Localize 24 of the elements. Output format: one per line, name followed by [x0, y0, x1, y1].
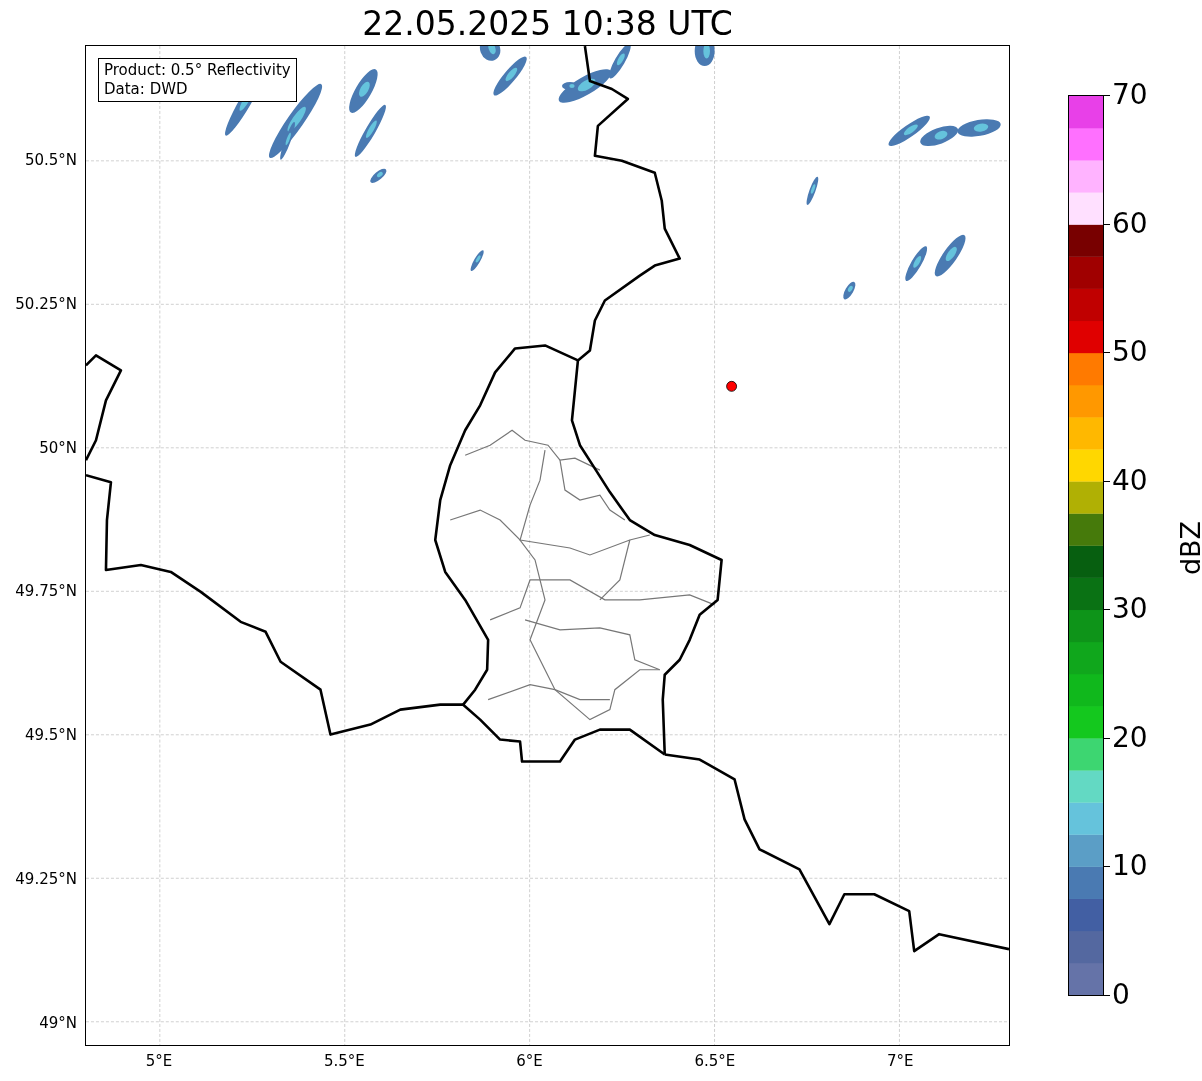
legend-text: Product: 0.5° Reflectivity: [104, 61, 291, 80]
axis-tick-label: 7°E: [886, 1052, 914, 1070]
legend-text: Data: DWD: [104, 80, 189, 99]
axis-tick-label: 6.5°E: [694, 1052, 736, 1070]
axis-tick-label: 49.75°N: [15, 582, 77, 601]
axis-tick-label: 5.5°E: [323, 1052, 365, 1070]
colorbar-tick-label: 60: [1112, 209, 1148, 238]
colorbar-label: dBZ: [1174, 520, 1202, 576]
colorbar-tick-label: 30: [1112, 595, 1148, 624]
axis-tick-label: 49.25°N: [15, 870, 77, 888]
axis-tick-label: 49.5°N: [24, 726, 77, 745]
colorbar-tick-label: 20: [1112, 723, 1148, 752]
axis-tick-label: 50.5°N: [24, 151, 77, 169]
colorbar-tick-label: 40: [1112, 466, 1148, 495]
axis-tick-label: 50.25°N: [15, 294, 77, 313]
colorbar-tick-label: 50: [1112, 338, 1148, 367]
colorbar-tick-label: 70: [1112, 81, 1148, 109]
axis-tick-label: 6°E: [516, 1052, 543, 1070]
colorbar-tick-label: 0: [1112, 981, 1130, 1009]
axis-tick-label: 49°N: [39, 1013, 77, 1032]
axis-tick-label: 5°E: [145, 1052, 173, 1070]
chart-title: 22.05.2025 10:38 UTC: [361, 4, 734, 43]
colorbar-tick-label: 10: [1112, 852, 1148, 881]
axis-tick-label: 50°N: [39, 438, 77, 457]
